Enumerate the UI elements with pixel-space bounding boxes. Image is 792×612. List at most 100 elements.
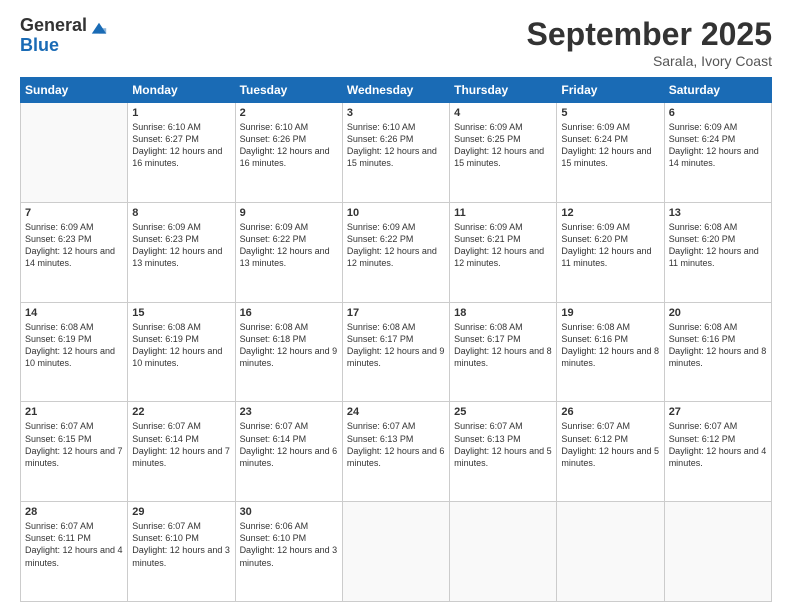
calendar-cell: 27Sunrise: 6:07 AMSunset: 6:12 PMDayligh… xyxy=(664,402,771,502)
calendar-cell: 7 Sunrise: 6:09 AMSunset: 6:23 PMDaylight… xyxy=(21,202,128,302)
day-header-thursday: Thursday xyxy=(450,78,557,103)
logo-text: General Blue xyxy=(20,16,87,56)
day-number: 7 xyxy=(25,207,123,219)
day-number: 20 xyxy=(669,307,767,319)
day-number: 17 xyxy=(347,307,445,319)
day-number: 29 xyxy=(132,506,230,518)
calendar-cell: 11 Sunrise: 6:09 AMSunset: 6:21 PMDayligh… xyxy=(450,202,557,302)
day-info: Sunrise: 6:09 AMSunset: 6:25 PMDaylight:… xyxy=(454,121,552,170)
day-info: Sunrise: 6:09 AMSunset: 6:23 PMDaylight:… xyxy=(132,221,230,270)
day-number: 21 xyxy=(25,406,123,418)
calendar-cell: 26 Sunrise: 6:07 AMSunset: 6:12 PMDayligh… xyxy=(557,402,664,502)
day-header-friday: Friday xyxy=(557,78,664,103)
month-title: September 2025 xyxy=(527,16,772,53)
day-info: Sunrise: 6:09 AMSunset: 6:24 PMDaylight:… xyxy=(669,121,767,170)
day-number: 10 xyxy=(347,207,445,219)
calendar-cell xyxy=(664,502,771,602)
day-info: Sunrise: 6:08 AMSunset: 6:17 PMDaylight:… xyxy=(347,321,445,370)
day-info: Sunrise: 6:08 AMSunset: 6:16 PMDaylight:… xyxy=(561,321,659,370)
calendar-week-5: 28 Sunrise: 6:07 AMSunset: 6:11 PMDayligh… xyxy=(21,502,772,602)
calendar-cell: 28 Sunrise: 6:07 AMSunset: 6:11 PMDayligh… xyxy=(21,502,128,602)
day-number: 14 xyxy=(25,307,123,319)
day-info: Sunrise: 6:10 AMSunset: 6:26 PMDaylight:… xyxy=(240,121,338,170)
day-info: Sunrise: 6:09 AMSunset: 6:23 PMDaylight:… xyxy=(25,221,123,270)
day-info: Sunrise: 6:07 AMSunset: 6:15 PMDaylight:… xyxy=(25,420,123,469)
day-number: 5 xyxy=(561,107,659,119)
day-info: Sunrise: 6:08 AMSunset: 6:17 PMDaylight:… xyxy=(454,321,552,370)
calendar-cell xyxy=(21,103,128,203)
calendar-table: SundayMondayTuesdayWednesdayThursdayFrid… xyxy=(20,77,772,602)
calendar-cell: 13Sunrise: 6:08 AMSunset: 6:20 PMDayligh… xyxy=(664,202,771,302)
location-subtitle: Sarala, Ivory Coast xyxy=(527,53,772,69)
logo-blue: Blue xyxy=(20,36,87,56)
day-info: Sunrise: 6:07 AMSunset: 6:10 PMDaylight:… xyxy=(132,520,230,569)
logo: General Blue xyxy=(20,16,108,56)
day-info: Sunrise: 6:09 AMSunset: 6:24 PMDaylight:… xyxy=(561,121,659,170)
day-info: Sunrise: 6:09 AMSunset: 6:21 PMDaylight:… xyxy=(454,221,552,270)
calendar-cell: 16Sunrise: 6:08 AMSunset: 6:18 PMDayligh… xyxy=(235,302,342,402)
day-number: 15 xyxy=(132,307,230,319)
logo-general: General xyxy=(20,16,87,36)
day-info: Sunrise: 6:07 AMSunset: 6:13 PMDaylight:… xyxy=(347,420,445,469)
day-info: Sunrise: 6:08 AMSunset: 6:16 PMDaylight:… xyxy=(669,321,767,370)
calendar-week-2: 7 Sunrise: 6:09 AMSunset: 6:23 PMDaylight… xyxy=(21,202,772,302)
day-number: 8 xyxy=(132,207,230,219)
day-header-sunday: Sunday xyxy=(21,78,128,103)
logo-icon xyxy=(90,21,108,39)
calendar-cell: 22 Sunrise: 6:07 AMSunset: 6:14 PMDayligh… xyxy=(128,402,235,502)
calendar-week-1: 1 Sunrise: 6:10 AMSunset: 6:27 PMDaylight… xyxy=(21,103,772,203)
calendar-header-row: SundayMondayTuesdayWednesdayThursdayFrid… xyxy=(21,78,772,103)
calendar-cell: 8 Sunrise: 6:09 AMSunset: 6:23 PMDaylight… xyxy=(128,202,235,302)
day-number: 18 xyxy=(454,307,552,319)
day-number: 27 xyxy=(669,406,767,418)
calendar-cell: 9Sunrise: 6:09 AMSunset: 6:22 PMDaylight… xyxy=(235,202,342,302)
day-number: 30 xyxy=(240,506,338,518)
day-info: Sunrise: 6:07 AMSunset: 6:14 PMDaylight:… xyxy=(132,420,230,469)
calendar-cell: 30 Sunrise: 6:06 AMSunset: 6:10 PMDayligh… xyxy=(235,502,342,602)
day-number: 25 xyxy=(454,406,552,418)
day-number: 13 xyxy=(669,207,767,219)
day-number: 19 xyxy=(561,307,659,319)
day-number: 24 xyxy=(347,406,445,418)
calendar-cell: 20 Sunrise: 6:08 AMSunset: 6:16 PMDayligh… xyxy=(664,302,771,402)
day-info: Sunrise: 6:07 AMSunset: 6:12 PMDaylight:… xyxy=(561,420,659,469)
calendar-cell: 15Sunrise: 6:08 AMSunset: 6:19 PMDayligh… xyxy=(128,302,235,402)
calendar-cell: 19 Sunrise: 6:08 AMSunset: 6:16 PMDayligh… xyxy=(557,302,664,402)
calendar-cell: 25 Sunrise: 6:07 AMSunset: 6:13 PMDayligh… xyxy=(450,402,557,502)
title-block: September 2025 Sarala, Ivory Coast xyxy=(527,16,772,69)
calendar-cell xyxy=(342,502,449,602)
day-header-saturday: Saturday xyxy=(664,78,771,103)
day-number: 11 xyxy=(454,207,552,219)
calendar-cell xyxy=(557,502,664,602)
day-number: 28 xyxy=(25,506,123,518)
day-header-tuesday: Tuesday xyxy=(235,78,342,103)
day-number: 26 xyxy=(561,406,659,418)
day-number: 6 xyxy=(669,107,767,119)
calendar-cell: 18 Sunrise: 6:08 AMSunset: 6:17 PMDayligh… xyxy=(450,302,557,402)
day-number: 22 xyxy=(132,406,230,418)
day-info: Sunrise: 6:10 AMSunset: 6:27 PMDaylight:… xyxy=(132,121,230,170)
day-header-wednesday: Wednesday xyxy=(342,78,449,103)
page: General Blue September 2025 Sarala, Ivor… xyxy=(0,0,792,612)
day-info: Sunrise: 6:07 AMSunset: 6:13 PMDaylight:… xyxy=(454,420,552,469)
calendar-cell: 4 Sunrise: 6:09 AMSunset: 6:25 PMDaylight… xyxy=(450,103,557,203)
calendar-cell: 1 Sunrise: 6:10 AMSunset: 6:27 PMDaylight… xyxy=(128,103,235,203)
day-number: 3 xyxy=(347,107,445,119)
day-number: 4 xyxy=(454,107,552,119)
day-number: 1 xyxy=(132,107,230,119)
day-info: Sunrise: 6:09 AMSunset: 6:20 PMDaylight:… xyxy=(561,221,659,270)
day-number: 12 xyxy=(561,207,659,219)
calendar-cell: 3Sunrise: 6:10 AMSunset: 6:26 PMDaylight… xyxy=(342,103,449,203)
day-header-monday: Monday xyxy=(128,78,235,103)
calendar-cell: 12 Sunrise: 6:09 AMSunset: 6:20 PMDayligh… xyxy=(557,202,664,302)
calendar-cell: 29 Sunrise: 6:07 AMSunset: 6:10 PMDayligh… xyxy=(128,502,235,602)
day-info: Sunrise: 6:08 AMSunset: 6:19 PMDaylight:… xyxy=(25,321,123,370)
day-number: 16 xyxy=(240,307,338,319)
day-info: Sunrise: 6:09 AMSunset: 6:22 PMDaylight:… xyxy=(240,221,338,270)
day-info: Sunrise: 6:06 AMSunset: 6:10 PMDaylight:… xyxy=(240,520,338,569)
calendar-cell: 6 Sunrise: 6:09 AMSunset: 6:24 PMDaylight… xyxy=(664,103,771,203)
calendar-cell: 2Sunrise: 6:10 AMSunset: 6:26 PMDaylight… xyxy=(235,103,342,203)
day-info: Sunrise: 6:07 AMSunset: 6:11 PMDaylight:… xyxy=(25,520,123,569)
calendar-cell: 24 Sunrise: 6:07 AMSunset: 6:13 PMDayligh… xyxy=(342,402,449,502)
calendar-cell: 14 Sunrise: 6:08 AMSunset: 6:19 PMDayligh… xyxy=(21,302,128,402)
